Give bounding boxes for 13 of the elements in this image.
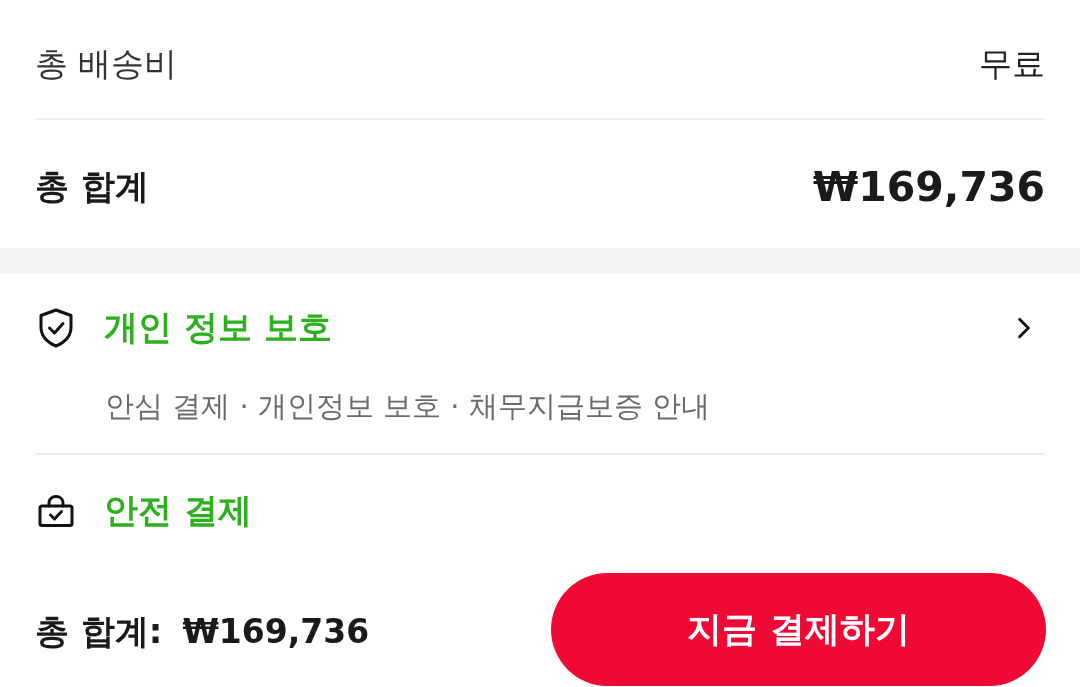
summary-value: 무료 (979, 42, 1045, 85)
total-amount: ₩169,736 (182, 611, 370, 651)
section-title[interactable]: 개인 정보 보호 (104, 305, 332, 351)
total-label: 총 합계: (35, 609, 163, 653)
shield-check-icon (38, 308, 74, 348)
chevron-right-icon[interactable] (1017, 317, 1031, 339)
summary-value: ₩169,736 (813, 163, 1045, 211)
section-description: 안심 결제 · 개인정보 보호 · 채무지급보증 안내 (105, 388, 710, 425)
summary-label: 총 배송비 (35, 42, 178, 85)
pay-now-button[interactable]: 지금 결제하기 (551, 573, 1046, 686)
summary-label: 총 합계 (35, 165, 149, 208)
section-title: 안전 결제 (104, 489, 252, 532)
bag-check-icon (38, 495, 74, 527)
